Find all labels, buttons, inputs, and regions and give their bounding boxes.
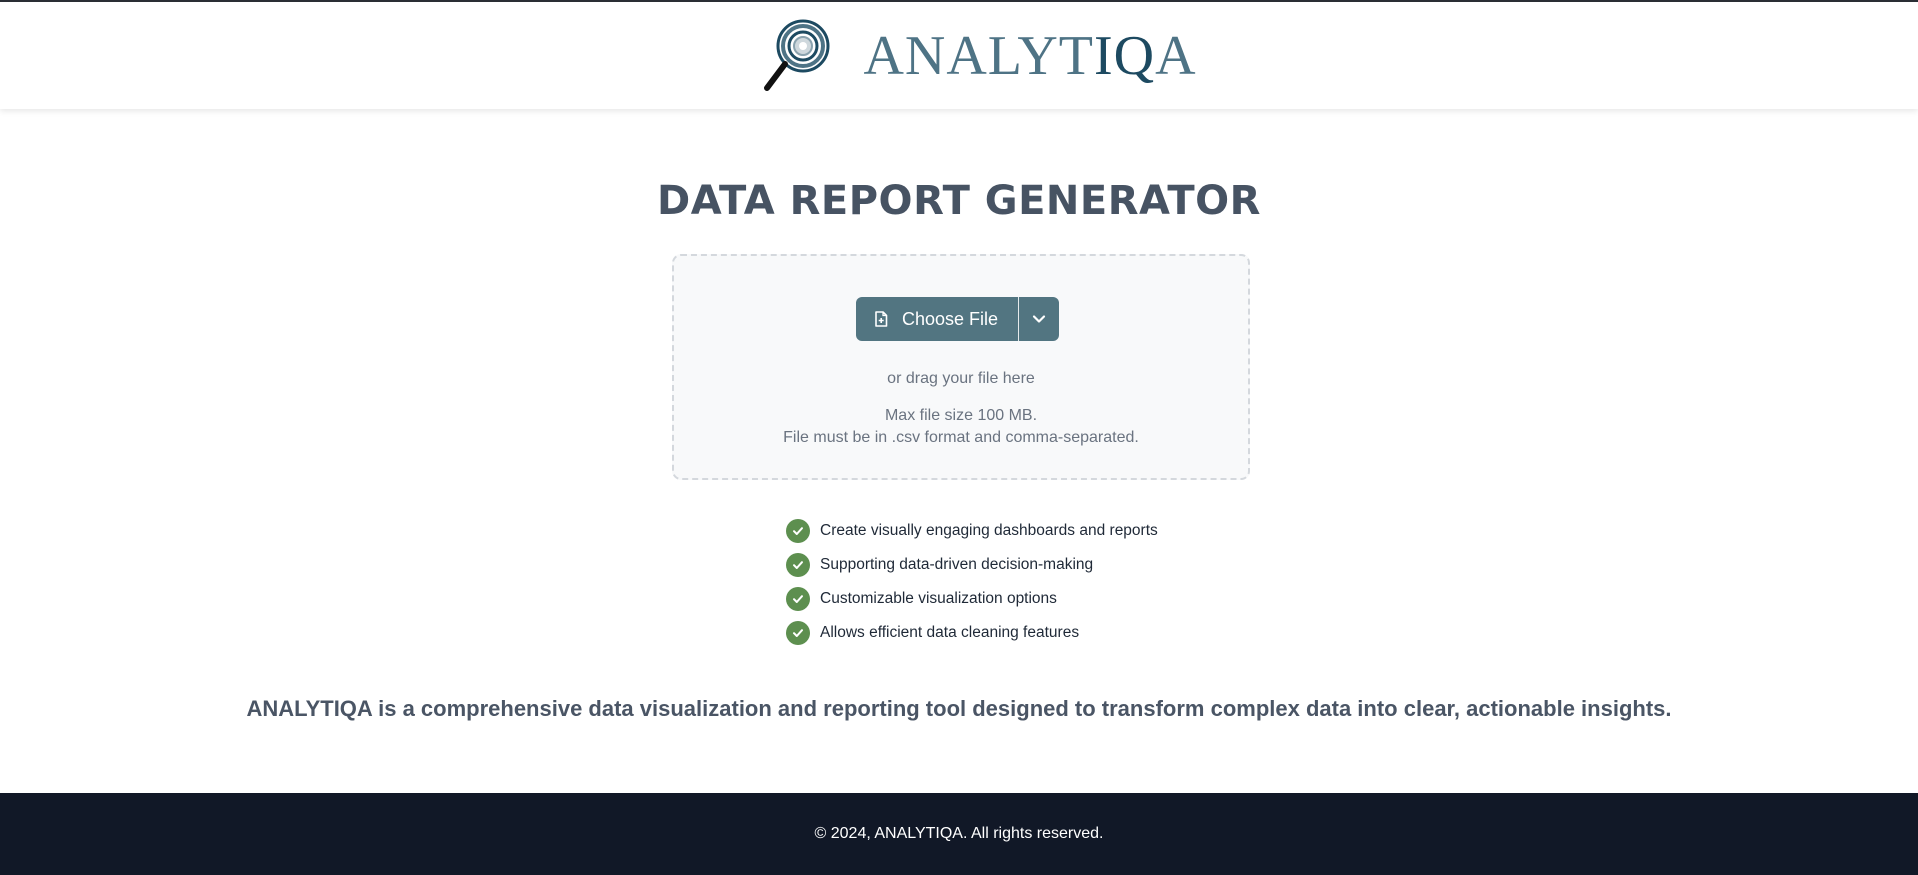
copyright-text: © 2024, ANALYTIQA. All rights reserved. bbox=[814, 825, 1104, 842]
check-circle-icon bbox=[786, 587, 810, 611]
feature-text: Customizable visualization options bbox=[820, 590, 1057, 607]
drag-hint: or drag your file here bbox=[887, 370, 1035, 387]
feature-text: Allows efficient data cleaning features bbox=[820, 624, 1080, 641]
feature-item: Customizable visualization options bbox=[786, 582, 1158, 616]
product-tagline: ANALYTIQA is a comprehensive data visual… bbox=[246, 696, 1672, 721]
feature-text: Supporting data-driven decision-making bbox=[820, 556, 1094, 573]
format-note: File must be in .csv format and comma-se… bbox=[783, 429, 1139, 446]
upload-source-dropdown[interactable] bbox=[1019, 297, 1059, 341]
check-circle-icon bbox=[786, 519, 810, 543]
feature-item: Allows efficient data cleaning features bbox=[786, 616, 1158, 650]
feature-text: Create visually engaging dashboards and … bbox=[820, 522, 1158, 539]
check-circle-icon bbox=[786, 553, 810, 577]
choose-file-label: Choose File bbox=[902, 308, 999, 329]
check-circle-icon bbox=[786, 621, 810, 645]
feature-list: Create visually engaging dashboards and … bbox=[786, 514, 1158, 650]
brand-name-accent: IQ bbox=[1094, 24, 1156, 87]
site-footer: © 2024, ANALYTIQA. All rights reserved. bbox=[0, 793, 1918, 875]
choose-file-split-button: Choose File bbox=[856, 297, 1060, 341]
file-plus-icon bbox=[875, 311, 888, 327]
site-header: ANALYTIQA bbox=[0, 2, 1918, 109]
file-dropzone[interactable]: Choose File or drag your file here Max f… bbox=[672, 254, 1250, 480]
feature-item: Create visually engaging dashboards and … bbox=[786, 514, 1158, 548]
brand-name-part: A bbox=[1155, 24, 1197, 87]
chevron-down-icon bbox=[1032, 315, 1046, 323]
max-size-note: Max file size 100 MB. bbox=[884, 407, 1038, 424]
page-title: DATA REPORT GENERATOR bbox=[657, 178, 1261, 224]
brand-name-part: ANALYT bbox=[863, 24, 1095, 87]
button-divider bbox=[1018, 297, 1020, 341]
magnifying-glass-target-icon bbox=[764, 19, 830, 91]
brand-name: ANALYTIQA bbox=[863, 28, 1196, 84]
feature-item: Supporting data-driven decision-making bbox=[786, 548, 1158, 582]
brand-logo[interactable]: ANALYTIQA bbox=[761, 18, 1196, 94]
choose-file-button[interactable]: Choose File bbox=[856, 297, 1018, 341]
